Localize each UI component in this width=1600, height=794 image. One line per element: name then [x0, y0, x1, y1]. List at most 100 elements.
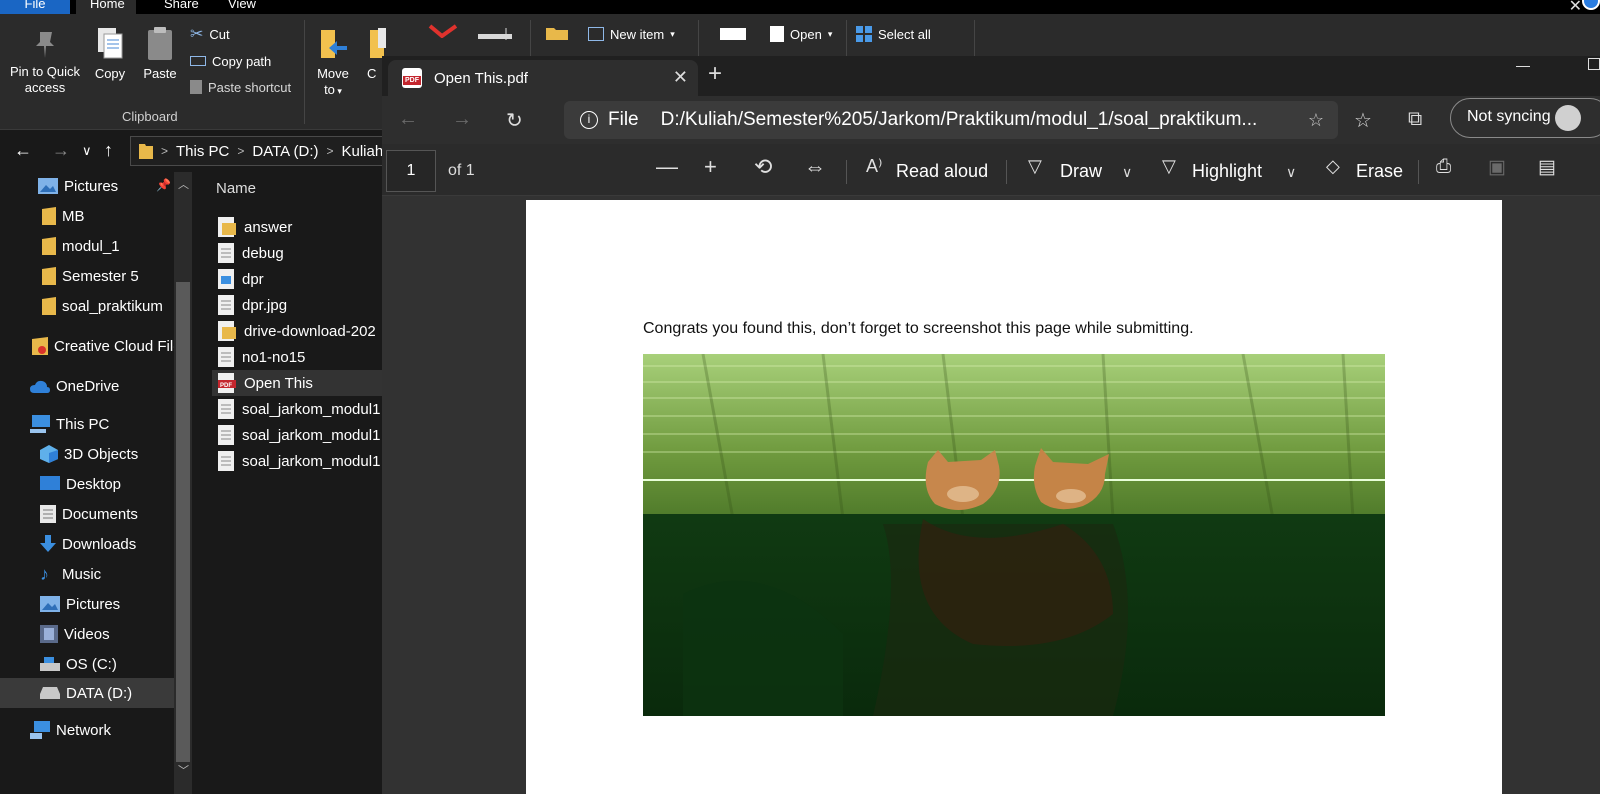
move-to-button[interactable]: Move to ▾: [310, 26, 356, 99]
copy-button[interactable]: Copy: [90, 26, 130, 82]
cats-photo: [643, 354, 1385, 716]
breadcrumb-kuliah[interactable]: Kuliah: [342, 143, 384, 160]
file-row-drive-download[interactable]: drive-download-202: [218, 318, 376, 344]
nav-item-label: Documents: [62, 505, 138, 523]
nav-item-3d-objects[interactable]: 3D Objects: [40, 442, 138, 466]
nav-pane-scrollbar[interactable]: ︿ ﹀: [174, 172, 192, 794]
address-bar[interactable]: i File D:/Kuliah/Semester%205/Jarkom/Pra…: [564, 101, 1338, 139]
save-as-icon[interactable]: ▤: [1538, 156, 1556, 179]
refresh-icon[interactable]: ↻: [506, 108, 523, 133]
forward-arrow-icon[interactable]: →: [52, 140, 70, 161]
column-header-name[interactable]: Name: [216, 180, 256, 197]
nav-item-modul-1[interactable]: modul_1: [42, 234, 120, 258]
select-all-button[interactable]: Select all: [856, 24, 931, 44]
back-arrow-icon[interactable]: ←: [398, 108, 418, 131]
nav-item-label: Pictures: [64, 177, 119, 195]
nav-item-label: Semester 5: [62, 267, 139, 285]
nav-item-downloads[interactable]: Downloads: [40, 532, 136, 556]
tab-open-this-pdf[interactable]: Open This.pdf ✕: [388, 60, 698, 96]
nav-item-semester-5[interactable]: Semester 5: [42, 264, 139, 288]
breadcrumb-data-d[interactable]: DATA (D:): [252, 143, 318, 160]
ribbon-tab-view[interactable]: View: [214, 0, 270, 14]
pdf-viewer[interactable]: Congrats you found this, don’t forget to…: [382, 196, 1600, 794]
nav-item-this-pc[interactable]: This PC: [30, 412, 109, 436]
file-row-soal-jarkom-modul1[interactable]: soal_jarkom_modul1: [218, 422, 380, 448]
up-arrow-icon[interactable]: ↑: [104, 140, 113, 161]
file-row-dpr[interactable]: dpr: [218, 266, 264, 292]
nav-item-pictures[interactable]: Pictures: [40, 592, 120, 616]
nav-item-label: Music: [62, 565, 102, 583]
nav-item-videos[interactable]: Videos: [40, 622, 110, 646]
back-arrow-icon[interactable]: ←: [14, 140, 32, 161]
paste-shortcut-button[interactable]: Paste shortcut: [190, 77, 291, 97]
favorite-star-icon[interactable]: ☆: [1308, 110, 1324, 131]
info-icon[interactable]: i: [580, 111, 598, 129]
copy-label: Copy: [94, 66, 126, 81]
file-row-soal-jarkom-modul1[interactable]: soal_jarkom_modul1: [218, 448, 380, 474]
properties-icon[interactable]: [720, 26, 748, 40]
chevron-down-icon[interactable]: ∨: [1122, 164, 1132, 181]
close-tab-icon[interactable]: ✕: [673, 67, 688, 88]
rotate-icon[interactable]: ⟲: [754, 154, 772, 180]
explorer-address-bar[interactable]: > This PC > DATA (D:) > Kuliah: [130, 136, 390, 166]
cut-button[interactable]: ✂ Cut: [190, 24, 230, 44]
page-number-input[interactable]: 1: [386, 150, 436, 192]
ribbon-tab-home[interactable]: Home: [76, 0, 136, 14]
print-icon[interactable]: ⎙: [1436, 156, 1451, 178]
nav-item-creative-cloud-files[interactable]: Creative Cloud Files: [32, 334, 189, 358]
copy-path-button[interactable]: Copy path: [190, 51, 271, 71]
pin-icon[interactable]: 📌: [156, 178, 171, 192]
nav-item-data-d[interactable]: DATA (D:): [0, 678, 174, 708]
delete-icon[interactable]: [426, 24, 460, 38]
zoom-out-icon[interactable]: —: [656, 154, 678, 180]
pin-to-quick-access-button[interactable]: Pin to Quick access: [6, 28, 84, 96]
minimize-icon[interactable]: [1516, 66, 1530, 67]
nav-item-desktop[interactable]: Desktop: [40, 472, 121, 496]
rename-icon[interactable]: [478, 28, 514, 40]
fit-to-width-icon[interactable]: ⇔: [804, 154, 826, 180]
file-row-dpr-jpg[interactable]: dpr.jpg: [218, 292, 287, 318]
open-button[interactable]: Open ▾: [770, 24, 832, 44]
chevron-down-icon[interactable]: ﹀: [178, 762, 189, 778]
new-folder-icon[interactable]: [546, 26, 568, 40]
draw-pen-icon: ▽: [1028, 156, 1042, 176]
nav-item-soal-praktikum[interactable]: soal_praktikum: [42, 294, 163, 318]
file-row-soal-jarkom-modul1[interactable]: soal_jarkom_modul1: [218, 396, 380, 422]
recent-locations-chevron-icon[interactable]: ∨: [82, 143, 92, 159]
file-row-open-this[interactable]: PDF Open This: [212, 370, 382, 396]
nav-item-os-c[interactable]: OS (C:): [40, 652, 117, 676]
select-all-label: Select all: [878, 26, 931, 42]
eraser-icon: ◇: [1326, 156, 1340, 176]
profile-sync-button[interactable]: Not syncing: [1450, 98, 1600, 138]
scrollbar-thumb[interactable]: [176, 282, 190, 762]
nav-item-onedrive[interactable]: OneDrive: [30, 374, 119, 398]
nav-item-music[interactable]: ♪ Music: [40, 562, 101, 586]
new-tab-icon[interactable]: +: [708, 60, 722, 88]
zoom-in-icon[interactable]: +: [704, 154, 717, 180]
move-to-label-line1: Move: [317, 66, 349, 81]
file-row-no1-no15[interactable]: no1-no15: [218, 344, 305, 370]
move-to-label: Move to ▾: [310, 66, 356, 99]
nav-item-network[interactable]: Network: [30, 718, 111, 742]
ribbon-tab-share[interactable]: Share: [150, 0, 213, 14]
save-icon[interactable]: ▣: [1488, 156, 1506, 179]
new-item-button[interactable]: New item ▾: [588, 24, 675, 44]
paste-shortcut-label: Paste shortcut: [208, 79, 292, 95]
image-file-icon: [218, 269, 234, 289]
close-icon[interactable]: ✕: [1569, 0, 1582, 14]
forward-arrow-icon[interactable]: →: [452, 108, 472, 131]
nav-item-documents[interactable]: Documents: [40, 502, 138, 526]
this-pc-icon: [30, 415, 50, 433]
ribbon-tab-file[interactable]: File: [0, 0, 70, 14]
maximize-icon[interactable]: [1588, 58, 1600, 70]
file-row-answer[interactable]: answer: [218, 214, 292, 240]
nav-item-mb[interactable]: MB: [42, 204, 85, 228]
nav-item-pictures-pinned[interactable]: Pictures: [38, 174, 118, 198]
favorites-icon[interactable]: ☆: [1354, 108, 1372, 133]
file-row-debug[interactable]: debug: [218, 240, 284, 266]
chevron-up-icon[interactable]: ︿: [178, 176, 189, 192]
collections-icon[interactable]: ⧉: [1408, 108, 1422, 131]
paste-button[interactable]: Paste: [140, 26, 180, 82]
chevron-down-icon[interactable]: ∨: [1286, 164, 1296, 181]
breadcrumb-this-pc[interactable]: This PC: [176, 143, 229, 160]
